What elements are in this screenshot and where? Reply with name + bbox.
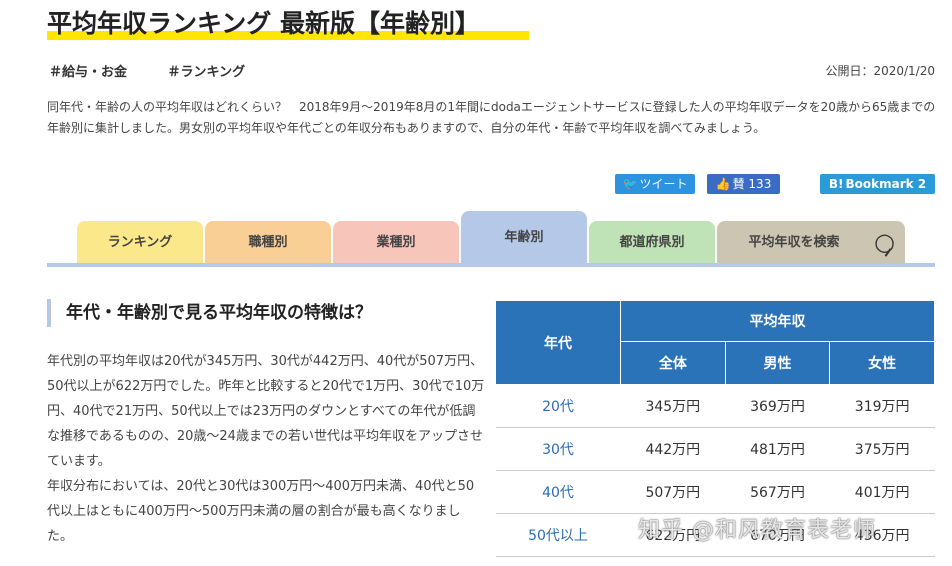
header-age: 年代 xyxy=(495,300,621,385)
header-male: 男性 xyxy=(724,341,831,385)
all-cell: 442万円 xyxy=(620,427,726,471)
publish-date: 公開日：2020/1/20 xyxy=(825,64,935,78)
thumbs-up-icon: 👍 xyxy=(715,177,731,191)
male-cell: 481万円 xyxy=(725,427,830,471)
paragraph-1: 年代別の平均年収は20代が345万円、30代が442万円、40代が507万円、5… xyxy=(47,354,485,469)
magnifier-icon: ○ xyxy=(874,228,895,256)
page-title: 平均年収ランキング 最新版【年齢別】 xyxy=(47,9,480,38)
female-cell: 375万円 xyxy=(829,427,935,471)
tab-label: 職種別 xyxy=(248,235,288,250)
tab-label: 年齢別 xyxy=(504,230,544,245)
section-body: 年代別の平均年収は20代が345万円、30代が442万円、40代が507万円、5… xyxy=(47,349,485,549)
tab-ranking[interactable]: ランキング xyxy=(77,221,203,265)
male-cell: 369万円 xyxy=(725,384,830,428)
tab-occupation[interactable]: 職種別 xyxy=(205,221,331,265)
tag-salary[interactable]: ＃給与・お金 xyxy=(49,65,127,80)
tab-search[interactable]: 平均年収を検索 ○ xyxy=(717,221,905,265)
tab-label: 業種別 xyxy=(376,235,416,250)
tab-prefecture[interactable]: 都道府県別 xyxy=(589,221,715,265)
tweet-label: ツイート xyxy=(639,177,688,191)
age-cell[interactable]: 40代 xyxy=(495,470,621,514)
all-cell: 507万円 xyxy=(620,470,726,514)
header-female: 女性 xyxy=(829,341,935,385)
female-cell: 319万円 xyxy=(829,384,935,428)
bookmark-button[interactable]: B! Bookmark 2 xyxy=(820,174,935,194)
hatena-b-icon: B! xyxy=(828,177,844,191)
age-cell[interactable]: 50代以上 xyxy=(495,513,621,557)
male-cell: 567万円 xyxy=(725,470,830,514)
intro-text: 同年代・年齢の人の平均年収はどれくらい？ 2018年9月〜2019年8月の1年間… xyxy=(47,100,936,135)
tab-label: 都道府県別 xyxy=(619,235,685,250)
header-all: 全体 xyxy=(620,341,726,385)
tag-list: ＃給与・お金 ＃ランキング xyxy=(49,61,281,80)
tab-underline xyxy=(47,263,935,267)
section-heading: 年代・年齢別で見る平均年収の特徴は？ xyxy=(47,299,372,327)
female-cell: 401万円 xyxy=(829,470,935,514)
tag-ranking[interactable]: ＃ランキング xyxy=(168,65,246,80)
tab-label: ランキング xyxy=(107,235,173,250)
tab-label: 平均年収を検索 xyxy=(748,235,840,250)
twitter-bird-icon: 🐦 xyxy=(622,177,638,191)
age-cell[interactable]: 30代 xyxy=(495,427,621,471)
table-row: 20代 345万円 369万円 319万円 xyxy=(495,384,935,428)
like-label: 賛 133 xyxy=(732,177,772,191)
header-average: 平均年収 xyxy=(620,300,935,342)
tab-industry[interactable]: 業種別 xyxy=(333,221,459,265)
watermark: 知乎 @和风教育表老师 xyxy=(638,518,876,543)
paragraph-2: 年収分布においては、20代と30代は300万円〜400万円未満、40代と50代以… xyxy=(47,479,475,544)
age-cell[interactable]: 20代 xyxy=(495,384,621,428)
all-cell: 345万円 xyxy=(620,384,726,428)
like-button[interactable]: 👍 賛 133 xyxy=(707,174,780,194)
tab-age[interactable]: 年齢別 xyxy=(461,211,587,265)
tweet-button[interactable]: 🐦 ツイート xyxy=(615,174,695,194)
bookmark-label: Bookmark 2 xyxy=(845,177,927,191)
table-row: 30代 442万円 481万円 375万円 xyxy=(495,427,935,471)
table-row: 40代 507万円 567万円 401万円 xyxy=(495,470,935,514)
